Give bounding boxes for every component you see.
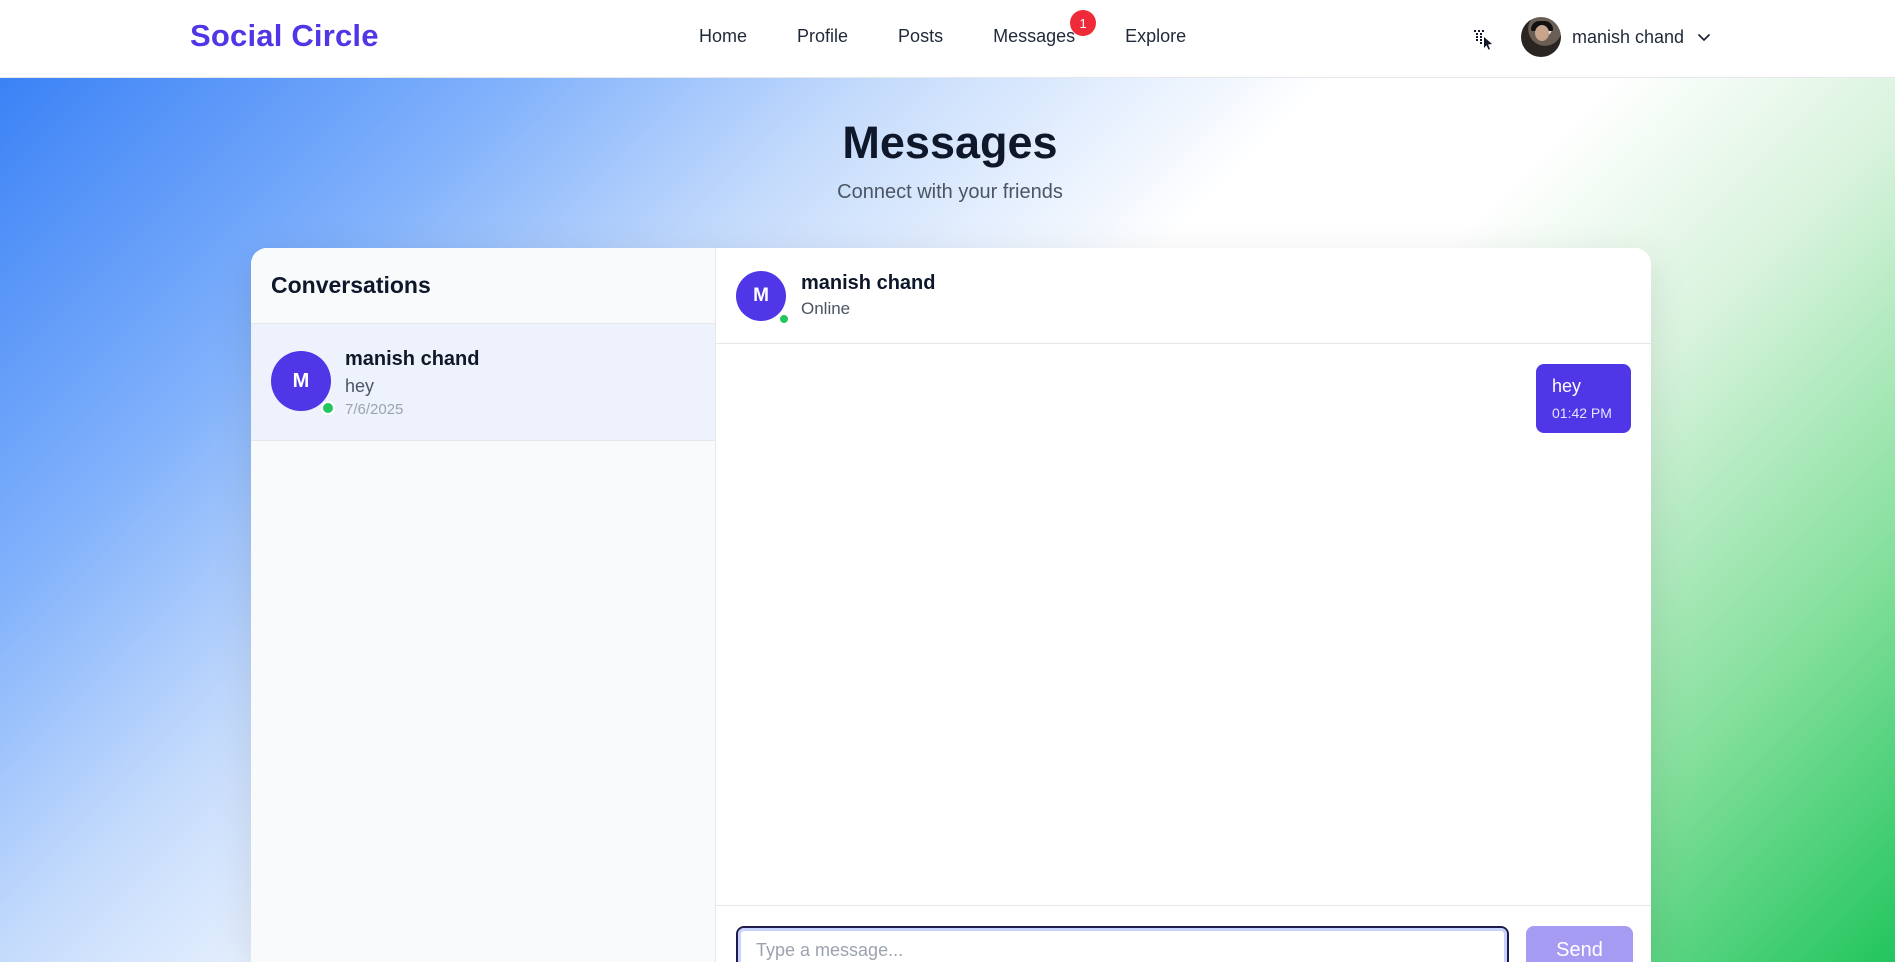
conversation-name: manish chand: [345, 348, 480, 370]
chat-avatar: M: [736, 271, 786, 321]
brand-logo[interactable]: Social Circle: [190, 18, 379, 54]
top-navbar: Social Circle Home Profile Posts Message…: [0, 0, 1895, 78]
nav-link-explore[interactable]: Explore: [1125, 26, 1186, 47]
conversation-last-message: hey: [345, 376, 375, 396]
chat-contact-status: Online: [801, 299, 851, 318]
message-text: hey: [1552, 376, 1582, 396]
nav-link-posts[interactable]: Posts: [898, 26, 943, 47]
chat-header: M manish chand Online: [716, 248, 1651, 344]
page-title: Messages: [842, 117, 1058, 168]
chat-contact-name: manish chand: [801, 272, 936, 294]
online-status-dot: [321, 401, 335, 415]
chat-window: M manish chand Online hey 01:42 PM Send: [716, 248, 1651, 962]
user-menu[interactable]: manish chand: [1521, 16, 1712, 58]
message-time: 01:42 PM: [1552, 405, 1612, 421]
user-name: manish chand: [1572, 26, 1685, 47]
conversation-avatar: M: [271, 351, 331, 411]
nav-link-profile[interactable]: Profile: [797, 26, 848, 47]
nav-link-messages[interactable]: Messages 1: [993, 10, 1097, 47]
nav-link-home[interactable]: Home: [699, 26, 747, 47]
messages-panel: Conversations M manish chand hey 7/6/202…: [251, 248, 1651, 962]
conversation-date: 7/6/2025: [345, 401, 404, 418]
messages-unread-badge: 1: [1070, 10, 1097, 36]
send-button[interactable]: Send: [1526, 926, 1633, 962]
nav-link-messages-label: Messages: [993, 26, 1076, 46]
conversation-item[interactable]: M manish chand hey 7/6/2025: [251, 324, 715, 441]
translate-button[interactable]: [1470, 26, 1496, 52]
message-input[interactable]: [736, 926, 1509, 962]
chat-online-dot: [778, 313, 790, 325]
main-nav: Home Profile Posts Messages 1 Explore: [699, 10, 1236, 47]
chevron-down-icon: [1698, 34, 1710, 41]
page-subtitle: Connect with your friends: [837, 181, 1063, 203]
user-avatar: [1521, 17, 1561, 57]
conversations-header: Conversations: [251, 248, 715, 324]
conversations-sidebar: Conversations M manish chand hey 7/6/202…: [251, 248, 716, 962]
message-bubble-outgoing: hey 01:42 PM: [1536, 364, 1631, 433]
conversations-title: Conversations: [271, 272, 431, 298]
message-composer: Send: [716, 905, 1651, 962]
translate-icon: [1474, 30, 1492, 50]
